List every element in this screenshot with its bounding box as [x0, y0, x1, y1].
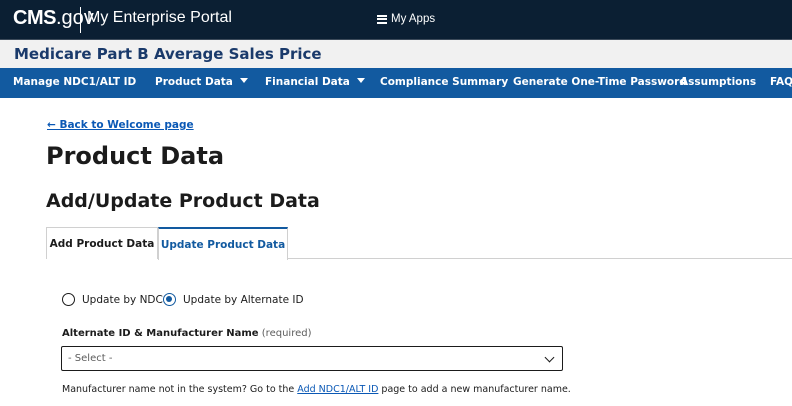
- alternate-id-field-label: Alternate ID & Manufacturer Name (requir…: [62, 328, 311, 339]
- nav-generate-otp[interactable]: Generate One-Time Password: [513, 76, 687, 88]
- alternate-id-select[interactable]: - Select -: [61, 346, 563, 371]
- nav-item-label: Compliance Summary: [380, 76, 509, 88]
- nav-compliance-summary[interactable]: Compliance Summary: [380, 76, 508, 88]
- radio-label: Update by Alternate ID: [183, 293, 304, 306]
- my-apps-button[interactable]: My Apps: [377, 13, 435, 25]
- tab-update-product-data[interactable]: Update Product Data: [158, 227, 288, 260]
- tab-label: Update Product Data: [160, 239, 286, 251]
- app-title[interactable]: Medicare Part B Average Sales Price: [14, 45, 322, 63]
- cms-logo[interactable]: CMS .gov: [13, 7, 94, 30]
- back-to-welcome-link[interactable]: ← Back to Welcome page: [47, 119, 194, 131]
- caret-down-icon: [356, 78, 365, 83]
- select-value: - Select -: [68, 353, 113, 364]
- nav-assumptions[interactable]: Assumptions: [680, 76, 756, 88]
- my-apps-label: My Apps: [391, 13, 436, 25]
- helper-text-after: page to add a new manufacturer name.: [378, 384, 571, 395]
- app-title-bar: Medicare Part B Average Sales Price: [0, 40, 792, 68]
- add-ndc-alt-id-link[interactable]: Add NDC1/ALT ID: [297, 384, 378, 395]
- radio-label: Update by NDC: [82, 293, 163, 306]
- helper-text: Manufacturer name not in the system? Go …: [62, 384, 571, 395]
- radio-update-by-alternate-id[interactable]: Update by Alternate ID: [163, 293, 304, 306]
- portal-title: My Enterprise Portal: [87, 9, 232, 26]
- radio-update-by-ndc[interactable]: Update by NDC: [62, 293, 163, 306]
- tab-label: Add Product Data: [49, 238, 155, 250]
- nav-faq[interactable]: FAQ: [770, 76, 792, 88]
- global-header: CMS .gov My Enterprise Portal My Apps: [0, 0, 792, 40]
- chevron-down-icon: [544, 352, 555, 363]
- nav-item-label: Assumptions: [680, 76, 757, 88]
- page-title: Product Data: [46, 142, 225, 170]
- radio-button-unchecked[interactable]: [62, 293, 75, 306]
- nav-item-label: Product Data: [155, 76, 233, 88]
- nav-item-label: FAQ: [770, 76, 792, 88]
- logo-divider: [80, 7, 81, 33]
- nav-manage-ndc[interactable]: Manage NDC1/ALT ID: [13, 76, 136, 88]
- caret-down-icon: [239, 78, 248, 83]
- main-nav: Manage NDC1/ALT ID Product Data Financia…: [0, 68, 792, 98]
- nav-item-label: Financial Data: [265, 76, 350, 88]
- nav-item-label: Generate One-Time Password: [513, 76, 687, 88]
- required-indicator: (required): [261, 328, 312, 339]
- list-icon: [377, 14, 387, 24]
- logo-cms-text: CMS: [13, 7, 56, 29]
- tab-add-product-data[interactable]: Add Product Data: [46, 227, 158, 259]
- field-label-text: Alternate ID & Manufacturer Name: [62, 328, 259, 339]
- section-title: Add/Update Product Data: [46, 190, 320, 212]
- helper-text-before: Manufacturer name not in the system? Go …: [62, 384, 298, 395]
- nav-item-label: Manage NDC1/ALT ID: [13, 76, 137, 88]
- nav-financial-data[interactable]: Financial Data: [265, 76, 365, 88]
- nav-product-data[interactable]: Product Data: [155, 76, 248, 88]
- radio-button-checked[interactable]: [163, 293, 176, 306]
